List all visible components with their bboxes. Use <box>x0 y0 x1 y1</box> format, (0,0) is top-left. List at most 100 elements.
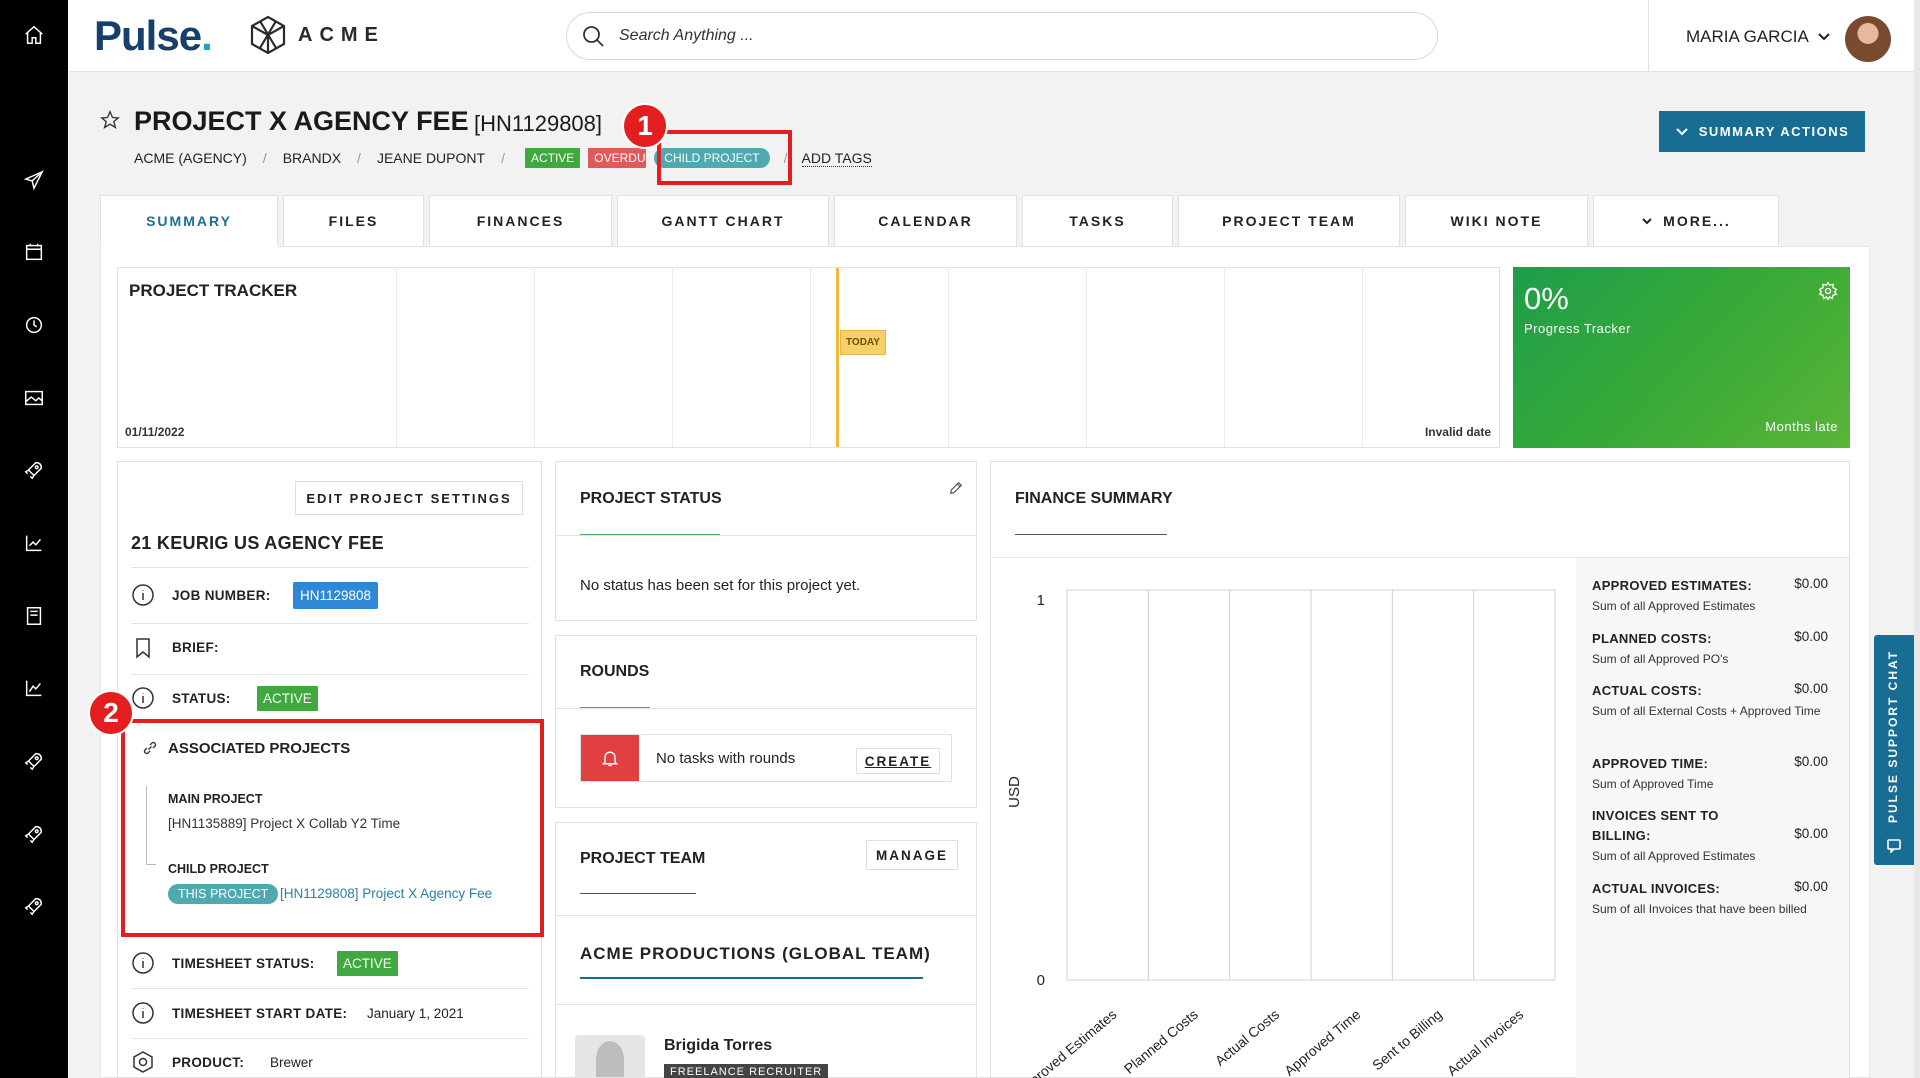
active-badge: ACTIVE <box>524 148 581 168</box>
tab-files[interactable]: FILES <box>283 195 424 247</box>
product-value: Brewer <box>270 1055 313 1070</box>
finance-summary-list: APPROVED ESTIMATES: $0.00 Sum of all App… <box>1576 558 1849 1078</box>
y-tick-label: 0 <box>1037 972 1045 989</box>
divider <box>556 708 976 709</box>
member-avatar[interactable] <box>575 1035 645 1078</box>
pulse-logo[interactable]: Pulse. <box>94 12 213 60</box>
chevron-down-icon <box>1675 127 1688 135</box>
section-underline <box>580 977 923 979</box>
x-tick-labels: Approved Estimates Planned Costs Actual Co… <box>1013 1006 1526 1078</box>
bookmark-icon <box>131 636 155 665</box>
tab-wiki-note[interactable]: WIKI NOTE <box>1405 195 1588 247</box>
x-tick-label: Actual Costs <box>1212 1006 1282 1069</box>
chart-icon[interactable] <box>0 525 68 561</box>
section-underline <box>580 893 696 894</box>
summary-actions-label: SUMMARY ACTIONS <box>1698 124 1850 139</box>
tab-tasks[interactable]: TASKS <box>1022 195 1173 247</box>
breadcrumb-separator: / <box>357 150 361 166</box>
project-tabs: SUMMARY FILES FINANCES GANTT CHART CALEN… <box>100 195 1784 247</box>
project-status-empty: No status has been set for this project … <box>580 577 861 594</box>
header-divider <box>1648 0 1649 72</box>
tab-finances[interactable]: FINANCES <box>429 195 612 247</box>
acme-logo-text: ACME <box>298 23 385 46</box>
breadcrumb-agency[interactable]: ACME (AGENCY) <box>134 150 247 166</box>
progress-percent: 0% <box>1524 281 1569 316</box>
finance-bar-chart: 1 0 USD Approved Estimates Planned Costs A… <box>1006 589 1556 1078</box>
tab-project-team[interactable]: PROJECT TEAM <box>1178 195 1400 247</box>
tracker-gridline <box>1362 268 1363 447</box>
project-code: [HN1129808] <box>474 111 603 136</box>
rocket-icon[interactable] <box>0 743 68 779</box>
send-icon[interactable] <box>0 162 68 198</box>
left-nav-rail <box>0 0 68 1078</box>
support-chat-button[interactable]: PULSE SUPPORT CHAT <box>1874 635 1914 865</box>
info-icon <box>131 686 155 715</box>
member-role-badge: FREELANCE RECRUITER <box>664 1064 829 1078</box>
avatar[interactable] <box>1845 16 1891 62</box>
breadcrumb-brand[interactable]: BRANDX <box>283 150 341 166</box>
x-tick-label: Approved Estimates <box>1013 1006 1119 1078</box>
image-icon[interactable] <box>0 380 68 416</box>
chat-icon <box>1887 839 1901 853</box>
summary-actions-button[interactable]: SUMMARY ACTIONS <box>1659 111 1865 152</box>
page-scrollbar[interactable] <box>1914 0 1920 1078</box>
search-input[interactable] <box>619 27 1379 45</box>
finance-item-value: $0.00 <box>1794 629 1828 644</box>
breadcrumb-separator: / <box>501 150 505 166</box>
global-search[interactable] <box>566 12 1438 60</box>
rounds-empty-text: No tasks with rounds <box>656 750 796 767</box>
favorite-star-icon[interactable] <box>99 109 121 135</box>
tab-more[interactable]: MORE... <box>1593 195 1779 247</box>
project-name: 21 KEURIG US AGENCY FEE <box>131 533 384 553</box>
search-icon <box>583 26 604 47</box>
acme-logo-icon <box>250 15 286 55</box>
edit-pencil-icon[interactable] <box>948 480 964 501</box>
edit-project-settings-button[interactable]: EDIT PROJECT SETTINGS <box>295 481 523 515</box>
user-menu[interactable]: MARIA GARCIA <box>1686 27 1831 47</box>
tab-calendar[interactable]: CALENDAR <box>834 195 1017 247</box>
trend-icon[interactable] <box>0 670 68 706</box>
divider <box>131 623 529 624</box>
project-team-title: PROJECT TEAM <box>580 850 706 867</box>
y-axis-label: USD <box>1006 776 1023 808</box>
home-icon[interactable] <box>0 17 68 53</box>
tab-more-label: MORE... <box>1663 213 1731 229</box>
user-name: MARIA GARCIA <box>1686 27 1809 46</box>
divider <box>131 567 529 568</box>
project-status-title: PROJECT STATUS <box>580 490 722 507</box>
tracker-gridline <box>534 268 535 447</box>
gear-icon[interactable] <box>1818 281 1838 301</box>
calendar-icon[interactable] <box>0 234 68 270</box>
divider <box>556 915 976 916</box>
status-badge: ACTIVE <box>257 686 318 711</box>
timesheet-start-label: TIMESHEET START DATE: <box>172 1006 348 1021</box>
finance-item-approved-estimates: APPROVED ESTIMATES: $0.00 Sum of all App… <box>1592 576 1836 616</box>
finance-item-value: $0.00 <box>1794 754 1828 769</box>
member-name[interactable]: Brigida Torres <box>664 1037 772 1055</box>
create-round-button[interactable]: CREATE <box>856 748 940 774</box>
x-tick-label: Sent to Billing <box>1369 1006 1445 1073</box>
rounds-card <box>555 635 977 808</box>
add-tags-link[interactable]: ADD TAGS <box>801 150 872 167</box>
finance-item-desc: Sum of all Approved PO's <box>1592 652 1729 666</box>
finance-item-desc: Sum of all Invoices that have been bille… <box>1592 902 1807 916</box>
timesheet-start-value: January 1, 2021 <box>367 1006 464 1021</box>
tracker-gridline <box>810 268 811 447</box>
manage-team-button[interactable]: MANAGE <box>866 840 958 870</box>
info-icon <box>131 583 155 612</box>
divider <box>131 988 529 989</box>
clock-icon[interactable] <box>0 307 68 343</box>
tab-gantt-chart[interactable]: GANTT CHART <box>617 195 829 247</box>
breadcrumb-owner[interactable]: JEANE DUPONT <box>377 150 485 166</box>
tracker-start-date: 01/11/2022 <box>125 425 185 439</box>
tab-summary[interactable]: SUMMARY <box>100 195 278 247</box>
rocket-icon[interactable] <box>0 452 68 488</box>
rocket-icon[interactable] <box>0 816 68 852</box>
tracker-end-date: Invalid date <box>1424 425 1491 439</box>
finance-item-desc: Sum of Approved Time <box>1592 777 1714 791</box>
rocket-icon[interactable] <box>0 888 68 924</box>
team-name: ACME PRODUCTIONS (GLOBAL TEAM) <box>580 944 931 963</box>
book-icon[interactable] <box>0 598 68 634</box>
finance-item-value: $0.00 <box>1794 576 1828 591</box>
finance-item-value: $0.00 <box>1794 826 1828 841</box>
